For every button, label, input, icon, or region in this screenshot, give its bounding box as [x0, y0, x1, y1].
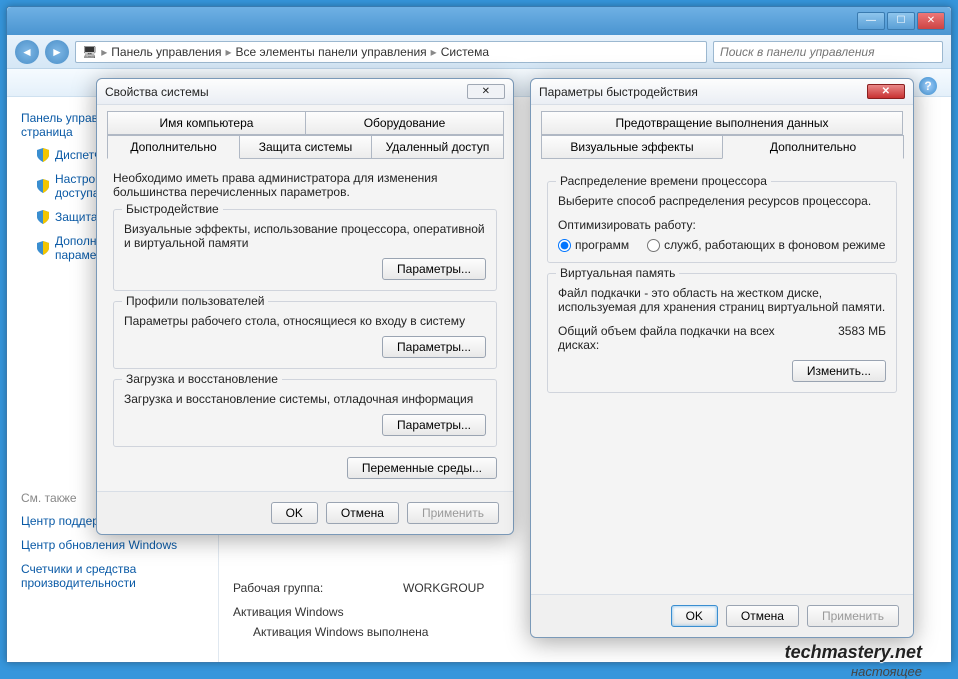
minimize-button[interactable]: — — [857, 12, 885, 30]
tab-advanced[interactable]: Дополнительно — [107, 135, 240, 159]
performance-settings-button[interactable]: Параметры... — [382, 258, 486, 280]
group-text: Файл подкачки - это область на жестком д… — [558, 286, 886, 314]
performance-options-dialog: Параметры быстродействия ✕ Предотвращени… — [530, 78, 914, 638]
radio-services[interactable]: служб, работающих в фоновом режиме — [647, 238, 885, 252]
ok-button[interactable]: OK — [671, 605, 718, 627]
env-vars-button[interactable]: Переменные среды... — [347, 457, 497, 479]
forward-button[interactable]: ► — [45, 40, 69, 64]
group-label: Загрузка и восстановление — [122, 372, 282, 386]
tab-system-protection[interactable]: Защита системы — [239, 135, 372, 159]
tab-remote[interactable]: Удаленный доступ — [371, 135, 504, 159]
processor-scheduling-group: Распределение времени процессора Выберит… — [547, 181, 897, 263]
radio-services-input[interactable] — [647, 239, 660, 252]
tabs: Имя компьютера Оборудование Дополнительн… — [97, 105, 513, 159]
close-button[interactable]: ✕ — [917, 12, 945, 30]
workgroup-value: WORKGROUP — [403, 581, 484, 595]
virtual-memory-group: Виртуальная память Файл подкачки - это о… — [547, 273, 897, 393]
dialog-title: Свойства системы — [105, 85, 209, 99]
group-label: Распределение времени процессора — [556, 174, 771, 188]
dialog-close-button[interactable]: ✕ — [867, 84, 905, 99]
dialog-title: Параметры быстродействия — [539, 85, 698, 99]
ok-button[interactable]: OK — [271, 502, 318, 524]
tab-advanced[interactable]: Дополнительно — [722, 135, 904, 159]
tab-hardware[interactable]: Оборудование — [305, 111, 504, 135]
shield-icon — [37, 241, 49, 255]
tab-dep[interactable]: Предотвращение выполнения данных — [541, 111, 903, 135]
breadcrumb-item[interactable]: Система — [441, 45, 489, 59]
tab-computer-name[interactable]: Имя компьютера — [107, 111, 306, 135]
dialog-titlebar: Параметры быстродействия ✕ — [531, 79, 913, 105]
dialog-close-button[interactable]: ✕ — [467, 84, 505, 99]
startup-settings-button[interactable]: Параметры... — [382, 414, 486, 436]
profiles-settings-button[interactable]: Параметры... — [382, 336, 486, 358]
group-label: Быстродействие — [122, 202, 223, 216]
computer-icon: 🖥 — [82, 45, 97, 59]
apply-button[interactable]: Применить — [407, 502, 499, 524]
sidebar-link-windows-update[interactable]: Центр обновления Windows — [21, 533, 204, 557]
profiles-group: Профили пользователей Параметры рабочего… — [113, 301, 497, 369]
navbar: ◄ ► 🖥 ▸ Панель управления ▸ Все элементы… — [7, 35, 951, 69]
watermark-sub: настоящее — [851, 664, 922, 679]
intro-text: Необходимо иметь права администратора дл… — [113, 171, 497, 199]
breadcrumb[interactable]: 🖥 ▸ Панель управления ▸ Все элементы пан… — [75, 41, 707, 63]
search-input[interactable] — [720, 45, 936, 59]
help-icon[interactable]: ? — [919, 77, 937, 95]
group-text: Загрузка и восстановление системы, отлад… — [124, 392, 486, 406]
titlebar: — ☐ ✕ — [7, 7, 951, 35]
pagefile-total-label: Общий объем файла подкачки на всех диска… — [558, 324, 798, 352]
system-properties-dialog: Свойства системы ✕ Имя компьютера Оборуд… — [96, 78, 514, 535]
group-label: Виртуальная память — [556, 266, 679, 280]
pagefile-total-value: 3583 МБ — [838, 324, 886, 352]
sidebar-link-perf[interactable]: Счетчики и средства производительности — [21, 557, 204, 595]
change-vm-button[interactable]: Изменить... — [792, 360, 886, 382]
dialog-titlebar: Свойства системы ✕ — [97, 79, 513, 105]
optimize-label: Оптимизировать работу: — [558, 218, 886, 232]
group-label: Профили пользователей — [122, 294, 268, 308]
workgroup-label: Рабочая группа: — [233, 581, 403, 595]
breadcrumb-item[interactable]: Все элементы панели управления — [236, 45, 427, 59]
watermark: techmastery.net — [785, 642, 922, 663]
radio-programs[interactable]: программ — [558, 238, 629, 252]
apply-button[interactable]: Применить — [807, 605, 899, 627]
performance-group: Быстродействие Визуальные эффекты, испол… — [113, 209, 497, 291]
shield-icon — [37, 210, 49, 224]
search-box[interactable] — [713, 41, 943, 63]
group-text: Параметры рабочего стола, относящиеся ко… — [124, 314, 486, 328]
maximize-button[interactable]: ☐ — [887, 12, 915, 30]
breadcrumb-item[interactable]: Панель управления — [111, 45, 221, 59]
group-text: Выберите способ распределения ресурсов п… — [558, 194, 886, 208]
group-text: Визуальные эффекты, использование процес… — [124, 222, 486, 250]
cancel-button[interactable]: Отмена — [326, 502, 399, 524]
startup-recovery-group: Загрузка и восстановление Загрузка и вос… — [113, 379, 497, 447]
tabs: Предотвращение выполнения данных Визуаль… — [531, 105, 913, 159]
back-button[interactable]: ◄ — [15, 40, 39, 64]
cancel-button[interactable]: Отмена — [726, 605, 799, 627]
radio-programs-input[interactable] — [558, 239, 571, 252]
shield-icon — [37, 179, 49, 193]
shield-icon — [37, 148, 49, 162]
tab-visual-effects[interactable]: Визуальные эффекты — [541, 135, 723, 159]
